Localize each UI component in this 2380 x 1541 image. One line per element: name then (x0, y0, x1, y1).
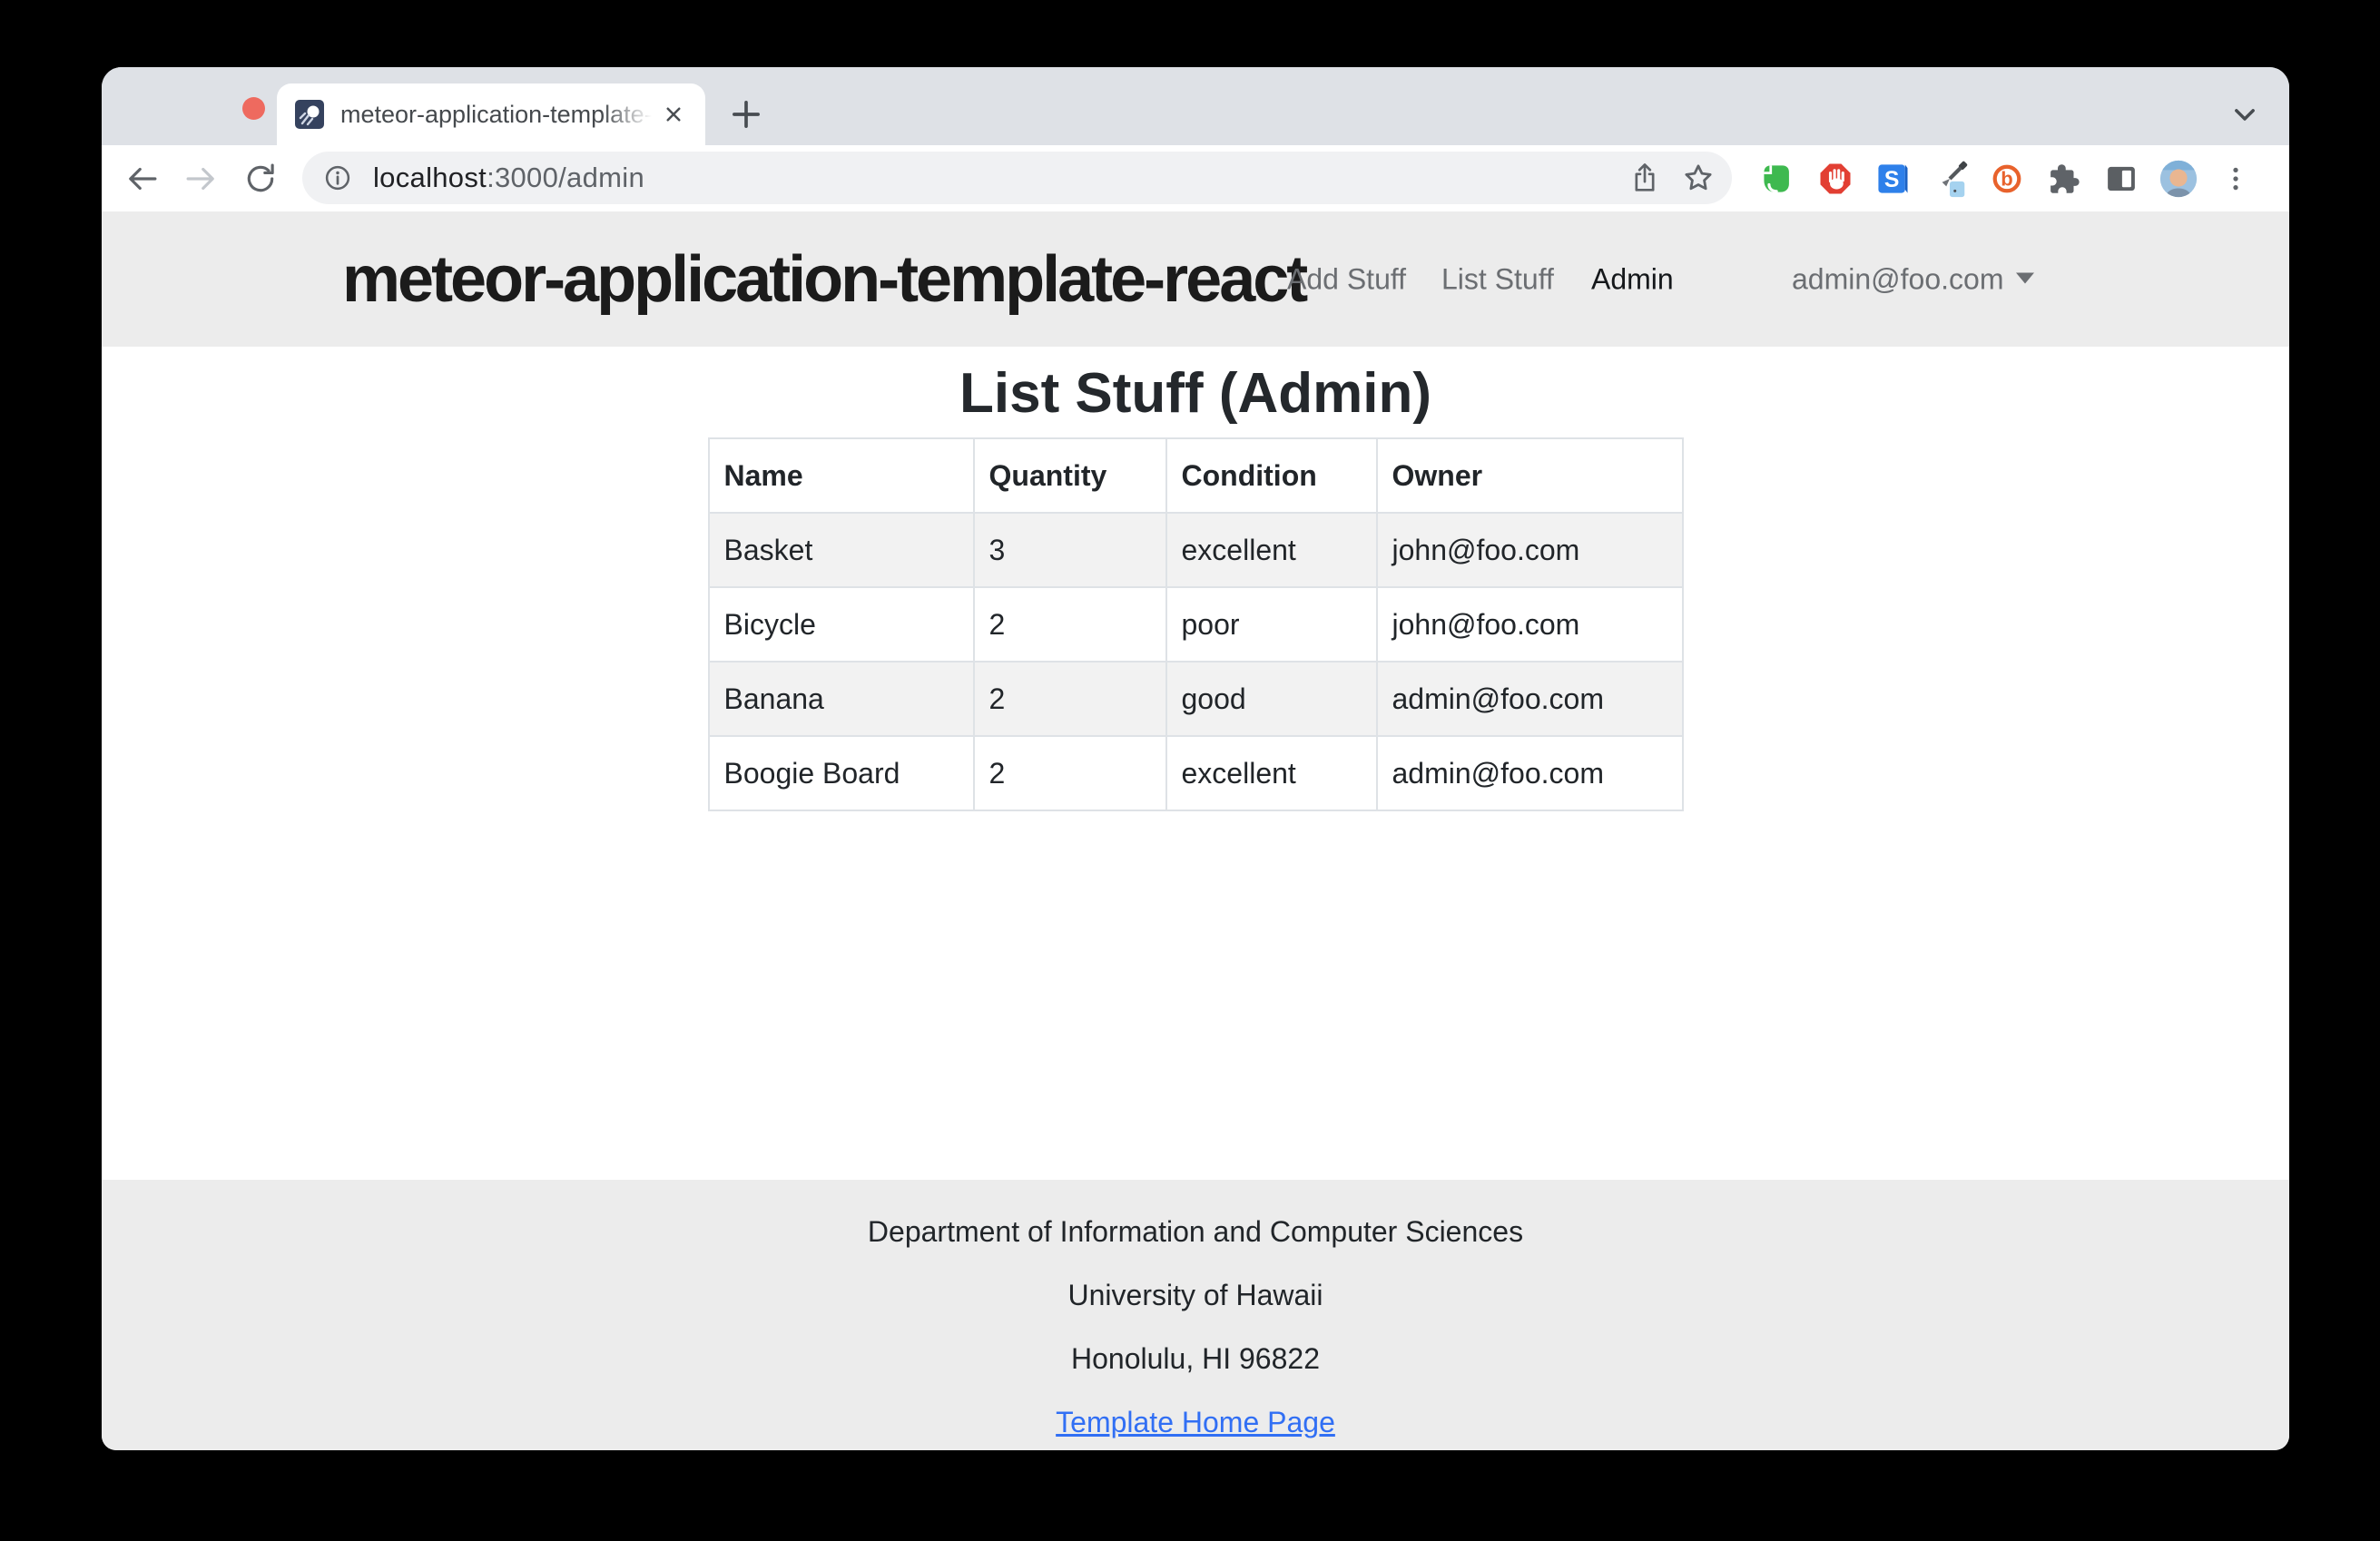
table-cell: 2 (974, 587, 1166, 662)
eyedropper-icon[interactable] (1921, 145, 1978, 211)
page-title: List Stuff (Admin) (102, 361, 2289, 427)
table-cell: admin@foo.com (1377, 662, 1683, 736)
svg-text:b: b (2001, 167, 2012, 190)
column-header-owner: Owner (1377, 438, 1683, 513)
s-cube-extension-icon[interactable]: S (1864, 145, 1921, 211)
tab-search-chevron-down-icon[interactable] (2224, 93, 2266, 135)
extensions-row: S b (1749, 145, 2264, 211)
tab-strip: meteor-application-template-react (102, 67, 2289, 145)
table-cell: john@foo.com (1377, 513, 1683, 587)
extensions-puzzle-icon[interactable] (2035, 145, 2092, 211)
column-header-condition: Condition (1166, 438, 1377, 513)
nav-list-stuff[interactable]: List Stuff (1441, 262, 1554, 296)
table-cell: 2 (974, 662, 1166, 736)
nav-admin[interactable]: Admin (1591, 262, 1674, 296)
main-content: List Stuff (Admin) Name Quantity Conditi… (102, 347, 2289, 1180)
new-tab-button[interactable] (725, 93, 767, 135)
table-cell: excellent (1166, 736, 1377, 810)
table-cell: Boogie Board (709, 736, 974, 810)
table-cell: excellent (1166, 513, 1377, 587)
table-header-row: Name Quantity Condition Owner (709, 438, 1683, 513)
svg-text:S: S (1883, 168, 1899, 192)
caret-down-icon (2016, 272, 2034, 283)
user-menu-label: admin@foo.com (1792, 262, 2003, 295)
url-input[interactable]: localhost:3000/admin (373, 162, 644, 194)
stuff-table: Name Quantity Condition Owner Basket 3 e… (708, 437, 1684, 811)
close-tab-icon[interactable] (658, 99, 689, 130)
template-home-page-link[interactable]: Template Home Page (1056, 1390, 1335, 1450)
adblock-icon[interactable] (1806, 145, 1864, 211)
footer-university: University of Hawaii (102, 1263, 2289, 1327)
address-bar[interactable]: localhost:3000/admin (302, 152, 1732, 204)
table-cell: good (1166, 662, 1377, 736)
browser-toolbar: localhost:3000/admin (102, 145, 2289, 211)
table-cell: Basket (709, 513, 974, 587)
brand-title[interactable]: meteor-application-template-react (342, 242, 1305, 317)
table-cell: 2 (974, 736, 1166, 810)
site-footer: Department of Information and Computer S… (102, 1180, 2289, 1450)
table-row: Boogie Board 2 excellent admin@foo.com (709, 736, 1683, 810)
column-header-quantity: Quantity (974, 438, 1166, 513)
site-navbar: meteor-application-template-react Add St… (102, 211, 2289, 347)
table-cell: Banana (709, 662, 974, 736)
evernote-icon[interactable] (1749, 145, 1806, 211)
tab-title: meteor-application-template-react (340, 101, 658, 129)
profile-avatar[interactable] (2149, 145, 2207, 211)
url-host: localhost (373, 162, 487, 193)
close-window-button[interactable] (242, 97, 265, 120)
column-header-name: Name (709, 438, 974, 513)
meteor-favicon-icon (295, 100, 324, 129)
table-cell: poor (1166, 587, 1377, 662)
bookmark-star-icon[interactable] (1679, 159, 1717, 197)
table-cell: admin@foo.com (1377, 736, 1683, 810)
omnibox-actions (1627, 152, 1717, 204)
table-cell: john@foo.com (1377, 587, 1683, 662)
table-cell: 3 (974, 513, 1166, 587)
site-info-icon[interactable] (320, 161, 355, 195)
orange-b-extension-icon[interactable]: b (1978, 145, 2035, 211)
url-path: :3000/admin (487, 162, 644, 193)
browser-window: meteor-application-template-react (102, 67, 2289, 1450)
nav-add-stuff[interactable]: Add Stuff (1287, 262, 1406, 296)
share-icon[interactable] (1627, 160, 1663, 196)
reload-icon[interactable] (240, 158, 281, 200)
side-panel-icon[interactable] (2092, 145, 2149, 211)
active-tab[interactable]: meteor-application-template-react (277, 83, 705, 145)
table-cell: Bicycle (709, 587, 974, 662)
table-row: Basket 3 excellent john@foo.com (709, 513, 1683, 587)
menu-kebab-icon[interactable] (2207, 145, 2264, 211)
footer-department: Department of Information and Computer S… (102, 1200, 2289, 1263)
table-row: Banana 2 good admin@foo.com (709, 662, 1683, 736)
forward-arrow-icon[interactable] (181, 158, 222, 200)
footer-address: Honolulu, HI 96822 (102, 1327, 2289, 1390)
user-menu-dropdown[interactable]: admin@foo.com (1792, 262, 2034, 296)
back-arrow-icon[interactable] (121, 158, 162, 200)
table-row: Bicycle 2 poor john@foo.com (709, 587, 1683, 662)
